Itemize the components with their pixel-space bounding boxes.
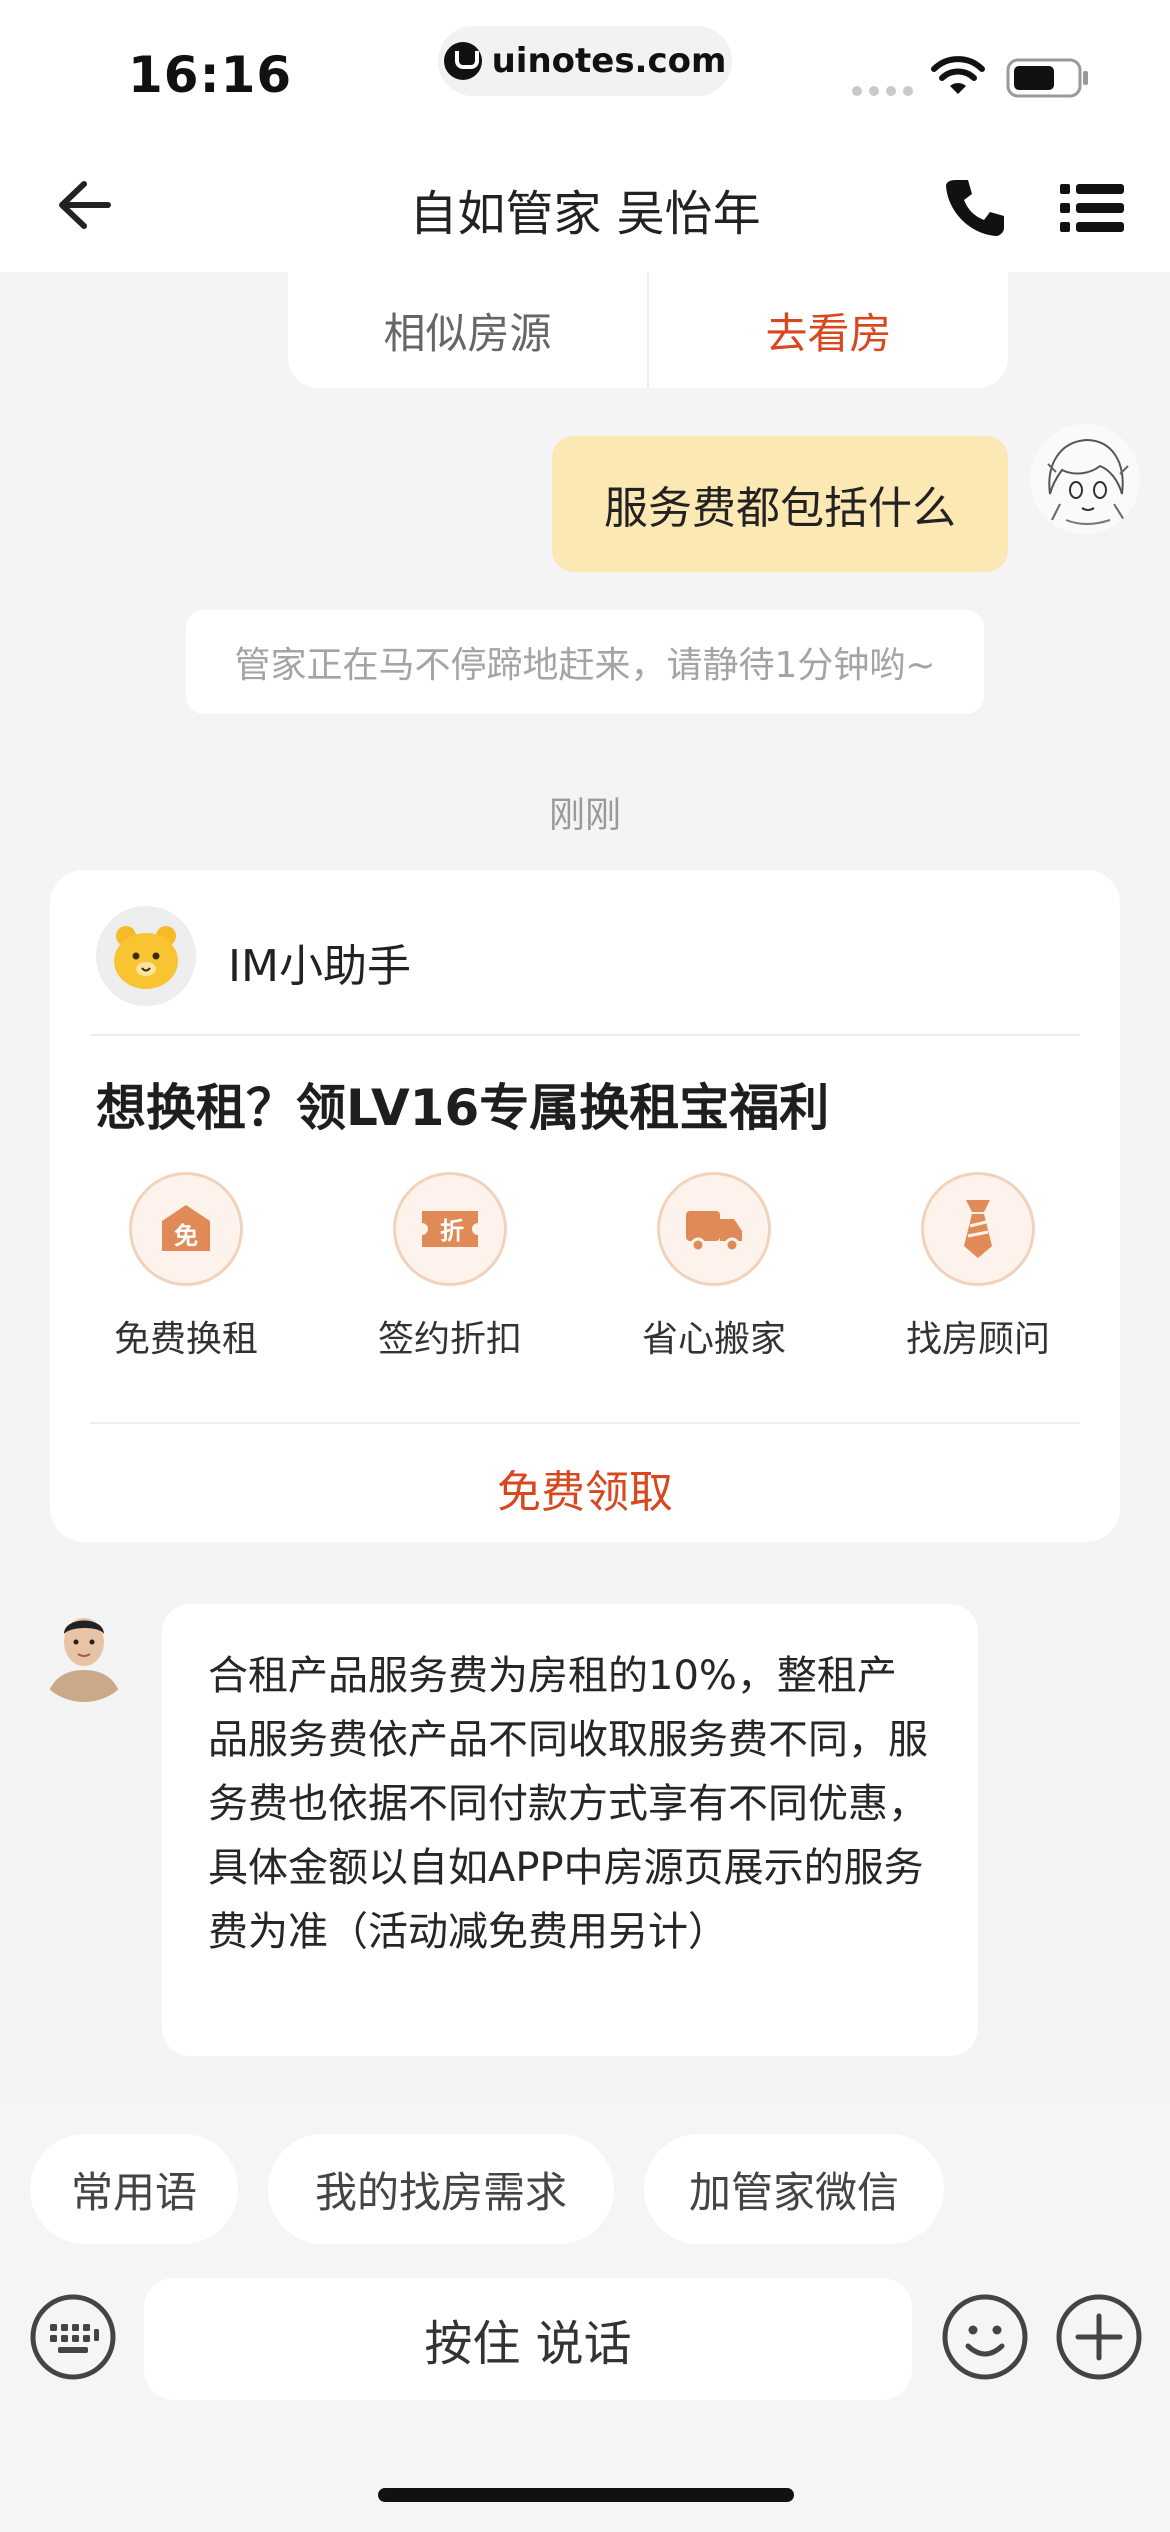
perk-moving[interactable]: 省心搬家 xyxy=(604,1172,824,1372)
perk-advisor[interactable]: 找房顾问 xyxy=(868,1172,1088,1372)
status-time: 16:16 xyxy=(128,46,293,104)
site-logo-icon xyxy=(443,42,482,80)
phone-icon[interactable] xyxy=(940,172,1010,242)
quick-reply-housing-needs[interactable]: 我的找房需求 xyxy=(268,2134,614,2244)
claim-free-button[interactable]: 免费领取 xyxy=(50,1456,1120,1520)
hold-to-talk-button[interactable]: 按住 说话 xyxy=(144,2278,912,2400)
similar-listings-button[interactable]: 相似房源 xyxy=(288,272,647,388)
emoji-icon[interactable] xyxy=(940,2292,1030,2382)
svg-text:免: 免 xyxy=(174,1222,198,1250)
perk-label: 省心搬家 xyxy=(641,1319,786,1360)
quick-reply-common-phrases[interactable]: 常用语 xyxy=(30,2134,238,2244)
divider xyxy=(90,1422,1080,1424)
keyboard-icon[interactable] xyxy=(28,2292,118,2382)
url-text: uinotes.com xyxy=(491,41,727,81)
home-indicator xyxy=(378,2488,794,2502)
promo-title: 想换租？领LV16专属换租宝福利 xyxy=(96,1079,830,1137)
quick-reply-add-wechat[interactable]: 加管家微信 xyxy=(644,2134,944,2244)
plus-icon[interactable] xyxy=(1054,2292,1144,2382)
perk-label: 免费换租 xyxy=(113,1319,258,1360)
battery-icon xyxy=(1006,58,1088,98)
user-message-bubble: 服务费都包括什么 xyxy=(552,436,1008,572)
agent-avatar[interactable] xyxy=(30,1594,138,1702)
bear-icon xyxy=(96,906,196,1006)
perk-discount[interactable]: 折 签约折扣 xyxy=(340,1172,560,1372)
message-timestamp: 刚刚 xyxy=(548,795,621,836)
perk-label: 找房顾问 xyxy=(905,1319,1050,1360)
moving-truck-icon xyxy=(657,1172,771,1286)
top-bar: 16:16 uinotes.com 自如管家 吴怡年 xyxy=(0,0,1170,272)
property-action-card: 相似房源 去看房 xyxy=(288,272,1008,388)
discount-ticket-icon: 折 xyxy=(393,1172,507,1286)
input-area: 常用语 我的找房需求 加管家微信 按住 说话 xyxy=(0,2104,1170,2532)
assistant-promo-card: IM小助手 想换租？领LV16专属换租宝福利 免 免费换租 折 签约折扣 省心搬… xyxy=(50,870,1120,1542)
free-rent-icon: 免 xyxy=(129,1172,243,1286)
assistant-name: IM小助手 xyxy=(228,941,411,992)
agent-photo-icon xyxy=(30,1594,138,1702)
cellular-signal-icon xyxy=(852,86,913,96)
anime-avatar-icon xyxy=(1031,425,1139,533)
perk-free-rent[interactable]: 免 免费换租 xyxy=(76,1172,296,1372)
menu-list-icon[interactable] xyxy=(1058,178,1128,238)
assistant-avatar xyxy=(96,906,196,1006)
perk-label: 签约折扣 xyxy=(377,1319,522,1360)
wifi-icon xyxy=(931,56,985,94)
page-title: 自如管家 吴怡年 xyxy=(409,186,761,242)
system-notice: 管家正在马不停蹄地赶来，请静待1分钟哟~ xyxy=(186,610,984,714)
divider xyxy=(90,1034,1080,1036)
agent-message-bubble: 合租产品服务费为房租的10%，整租产品服务费依产品不同收取服务费不同，服务费也依… xyxy=(162,1604,978,2056)
back-arrow-icon[interactable] xyxy=(48,170,118,240)
user-avatar[interactable] xyxy=(1030,424,1140,534)
svg-text:折: 折 xyxy=(440,1217,464,1245)
schedule-visit-button[interactable]: 去看房 xyxy=(647,272,1008,388)
advisor-tie-icon xyxy=(921,1172,1035,1286)
url-pill[interactable]: uinotes.com xyxy=(438,26,732,96)
